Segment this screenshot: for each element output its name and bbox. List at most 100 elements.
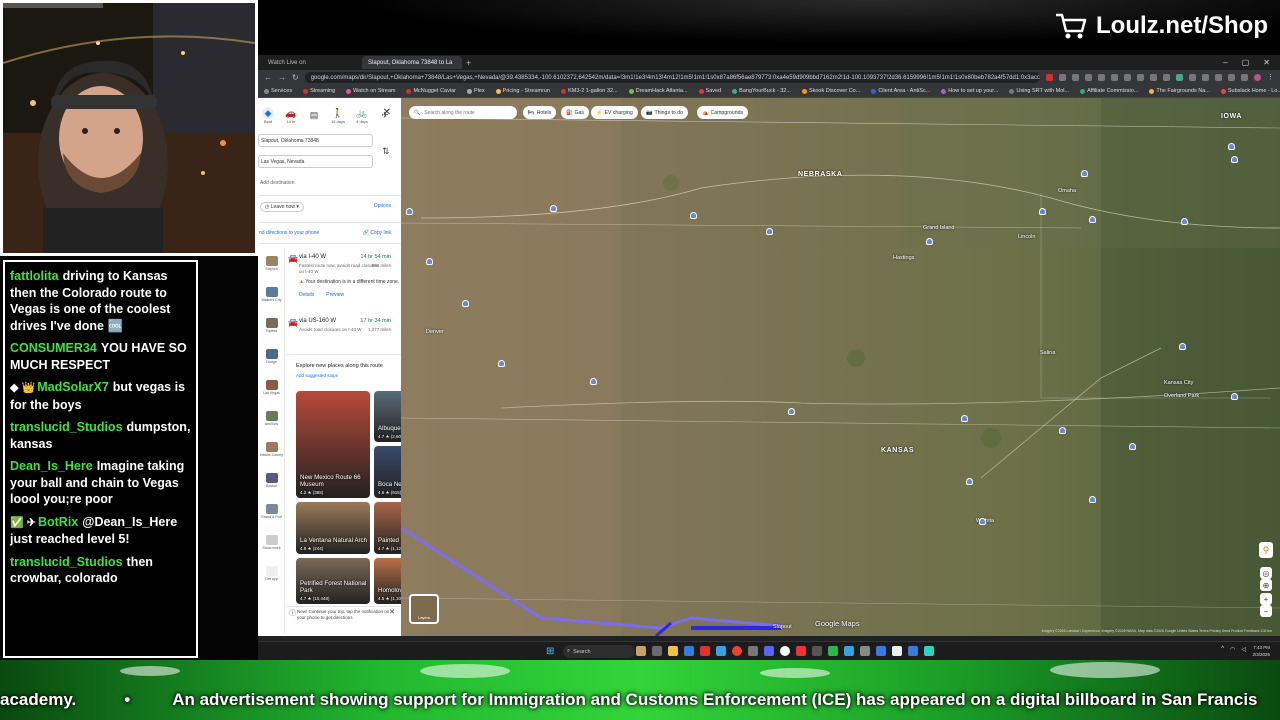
extension-icon[interactable] <box>1228 74 1235 81</box>
bookmark-item[interactable]: Streaming <box>303 88 335 94</box>
place-card[interactable]: Painted Desert Inn 4.7 ★ (1,122) <box>374 502 401 554</box>
route-option-1[interactable]: 🚘 via I-40 W 14 hr 54 min Fastest route … <box>287 254 401 314</box>
destination-field[interactable]: Las Vegas, Nevada <box>258 155 373 168</box>
place-card[interactable]: Homolovi State Park 4.5 ★ (1,109) <box>374 558 401 604</box>
chip-campgrounds[interactable]: ⛺ Campgrounds <box>697 106 749 119</box>
preview-link[interactable]: Preview <box>326 292 344 298</box>
obs-icon[interactable] <box>780 646 790 656</box>
bookmark-item[interactable]: Pricing - Streamrun <box>495 88 550 94</box>
place-card[interactable]: Albuquerque Museum 4.7 ★ (2,602) <box>374 391 401 442</box>
extension-icon[interactable] <box>1163 74 1170 81</box>
bookmark-item[interactable]: McNugget Caviar <box>406 88 456 94</box>
strip-place[interactable]: Boston <box>258 465 285 496</box>
place-card[interactable]: New Mexico Route 66 Museum 4.2 ★ (385) <box>296 391 370 498</box>
add-suggested-stops[interactable]: Add suggested stops <box>296 373 338 378</box>
bookmark-item[interactable]: How to set up your... <box>941 88 998 94</box>
strip-place[interactable]: Las Vegas <box>258 372 285 403</box>
search-along-route-input[interactable]: 🔍 Search along the route <box>409 106 517 119</box>
bike-mode[interactable]: 🚲 4 days <box>356 107 368 125</box>
tab-google-maps[interactable]: Slapout, Oklahoma 73848 to La <box>362 56 462 69</box>
reload-icon[interactable]: ↻ <box>292 73 299 82</box>
route-option-2[interactable]: 🚘 via US-160 W 17 hr 34 min Avoids road … <box>287 318 401 348</box>
extension-icon[interactable] <box>1176 74 1183 81</box>
extension-icon[interactable] <box>1241 74 1248 81</box>
discord-icon[interactable] <box>764 646 774 656</box>
app-icon[interactable] <box>652 646 662 656</box>
start-icon[interactable]: ⊞ <box>546 646 554 657</box>
place-card[interactable]: Petrified Forest National Park 4.7 ★ (10,… <box>296 558 370 604</box>
chip-gas[interactable]: ⛽ Gas <box>561 106 589 119</box>
bookmark-item[interactable]: Affiliate Commissio... <box>1080 88 1138 94</box>
app-icon[interactable] <box>636 646 646 656</box>
strip-place[interactable]: Walkers City <box>258 279 285 310</box>
strip-place[interactable]: Get app <box>258 558 285 589</box>
close-directions-icon[interactable]: ✕ <box>383 107 391 118</box>
url-field[interactable]: google.com/maps/dir/Slapout,+Oklahoma+73… <box>304 72 1040 83</box>
clock[interactable]: 7:43 PM 2/3/2026 <box>1252 644 1270 658</box>
swap-icon[interactable]: ⇅ <box>382 146 390 157</box>
folder-icon[interactable] <box>668 646 678 656</box>
satellite-map[interactable]: 🔍 Search along the route 🛏 Hotels ⛽ Gas ⚡ EV c… <box>401 98 1280 636</box>
bookmark-item[interactable]: Subslack Home - Lo... <box>1220 88 1280 94</box>
extension-icon[interactable] <box>1046 74 1053 81</box>
my-location-icon[interactable]: ⊕ <box>1260 579 1272 591</box>
extension-icon[interactable] <box>1137 74 1144 81</box>
car-mode[interactable]: 🚗 14 hr <box>285 107 297 125</box>
bookmark-item[interactable]: Watch on Stream <box>346 88 395 94</box>
close-notification-icon[interactable]: ✕ <box>389 609 395 616</box>
chip-things-to-do[interactable]: 📷 Things to do <box>641 106 689 119</box>
extension-icon[interactable] <box>1085 74 1092 81</box>
strip-place[interactable]: Hawks County <box>258 434 285 465</box>
chrome-icon[interactable] <box>732 646 742 656</box>
place-card[interactable]: La Ventana Natural Arch 4.8 ★ (244) <box>296 502 370 554</box>
best-mode[interactable]: ◆ Best <box>262 107 274 124</box>
strip-place[interactable]: Dodge <box>258 341 285 372</box>
bookmark-item[interactable]: DreamHack Atlanta... <box>628 88 688 94</box>
forward-icon[interactable]: → <box>278 73 286 82</box>
wifi-icon[interactable]: ◠ <box>1230 646 1235 653</box>
walk-mode[interactable]: 🚶 15 days <box>331 107 345 125</box>
layers-button[interactable]: Layers <box>409 594 439 624</box>
tab-watch-live[interactable]: Watch Live on <box>262 56 362 69</box>
details-link[interactable]: Details <box>299 292 314 298</box>
app-icon[interactable] <box>748 646 758 656</box>
close-window-button[interactable]: ✕ <box>1263 58 1270 67</box>
extension-icon[interactable] <box>1215 74 1222 81</box>
bookmark-item[interactable]: BangYourBuck - 32... <box>732 88 791 94</box>
new-tab-button[interactable]: + <box>466 58 471 68</box>
app-icon[interactable] <box>716 646 726 656</box>
app-icon[interactable] <box>860 646 870 656</box>
minimize-button[interactable]: – <box>1223 58 1227 67</box>
copy-link-button[interactable]: 🔗 Copy link <box>363 230 391 236</box>
strip-place[interactable]: Slapout <box>258 248 285 279</box>
extension-icon[interactable] <box>1202 74 1209 81</box>
place-card[interactable]: Boca Negra Canyon 4.6 ★ (915) <box>374 446 401 498</box>
bookmark-item[interactable]: Plex <box>466 88 485 94</box>
add-destination-button[interactable]: Add destination <box>260 180 294 186</box>
leave-now-dropdown[interactable]: ◷ Leave now ▾ <box>260 202 304 212</box>
extension-icon[interactable] <box>1111 74 1118 81</box>
chevron-up-icon[interactable]: ^ <box>1221 646 1224 653</box>
strip-place[interactable]: Show more <box>258 527 285 558</box>
app-icon[interactable] <box>892 646 902 656</box>
bookmark-item[interactable]: Services <box>264 88 292 94</box>
extension-icon[interactable] <box>1189 74 1196 81</box>
app-icon[interactable] <box>908 646 918 656</box>
zoom-in-button[interactable]: + <box>1260 593 1272 605</box>
back-icon[interactable]: ← <box>264 73 272 82</box>
app-icon[interactable] <box>924 646 934 656</box>
extension-icon[interactable] <box>1059 74 1066 81</box>
extension-icon[interactable] <box>1124 74 1131 81</box>
options-button[interactable]: Options <box>374 203 391 209</box>
bookmark-item[interactable]: Client Area - AntiSc... <box>871 88 930 94</box>
bookmark-item[interactable]: Saved <box>698 88 721 94</box>
transit-mode[interactable]: ▤ <box>308 110 320 122</box>
strip-place[interactable]: Topeka <box>258 310 285 341</box>
volume-icon[interactable]: ◁ <box>1241 646 1246 653</box>
chip-hotels[interactable]: 🛏 Hotels <box>523 106 557 119</box>
origin-field[interactable]: Slapout, Oklahoma 73848 <box>258 134 373 147</box>
extension-icon[interactable] <box>1072 74 1079 81</box>
maximize-button[interactable]: ▢ <box>1242 58 1250 67</box>
app-icon[interactable] <box>812 646 822 656</box>
bookmark-item[interactable]: The Fairgrounds Na... <box>1149 88 1210 94</box>
